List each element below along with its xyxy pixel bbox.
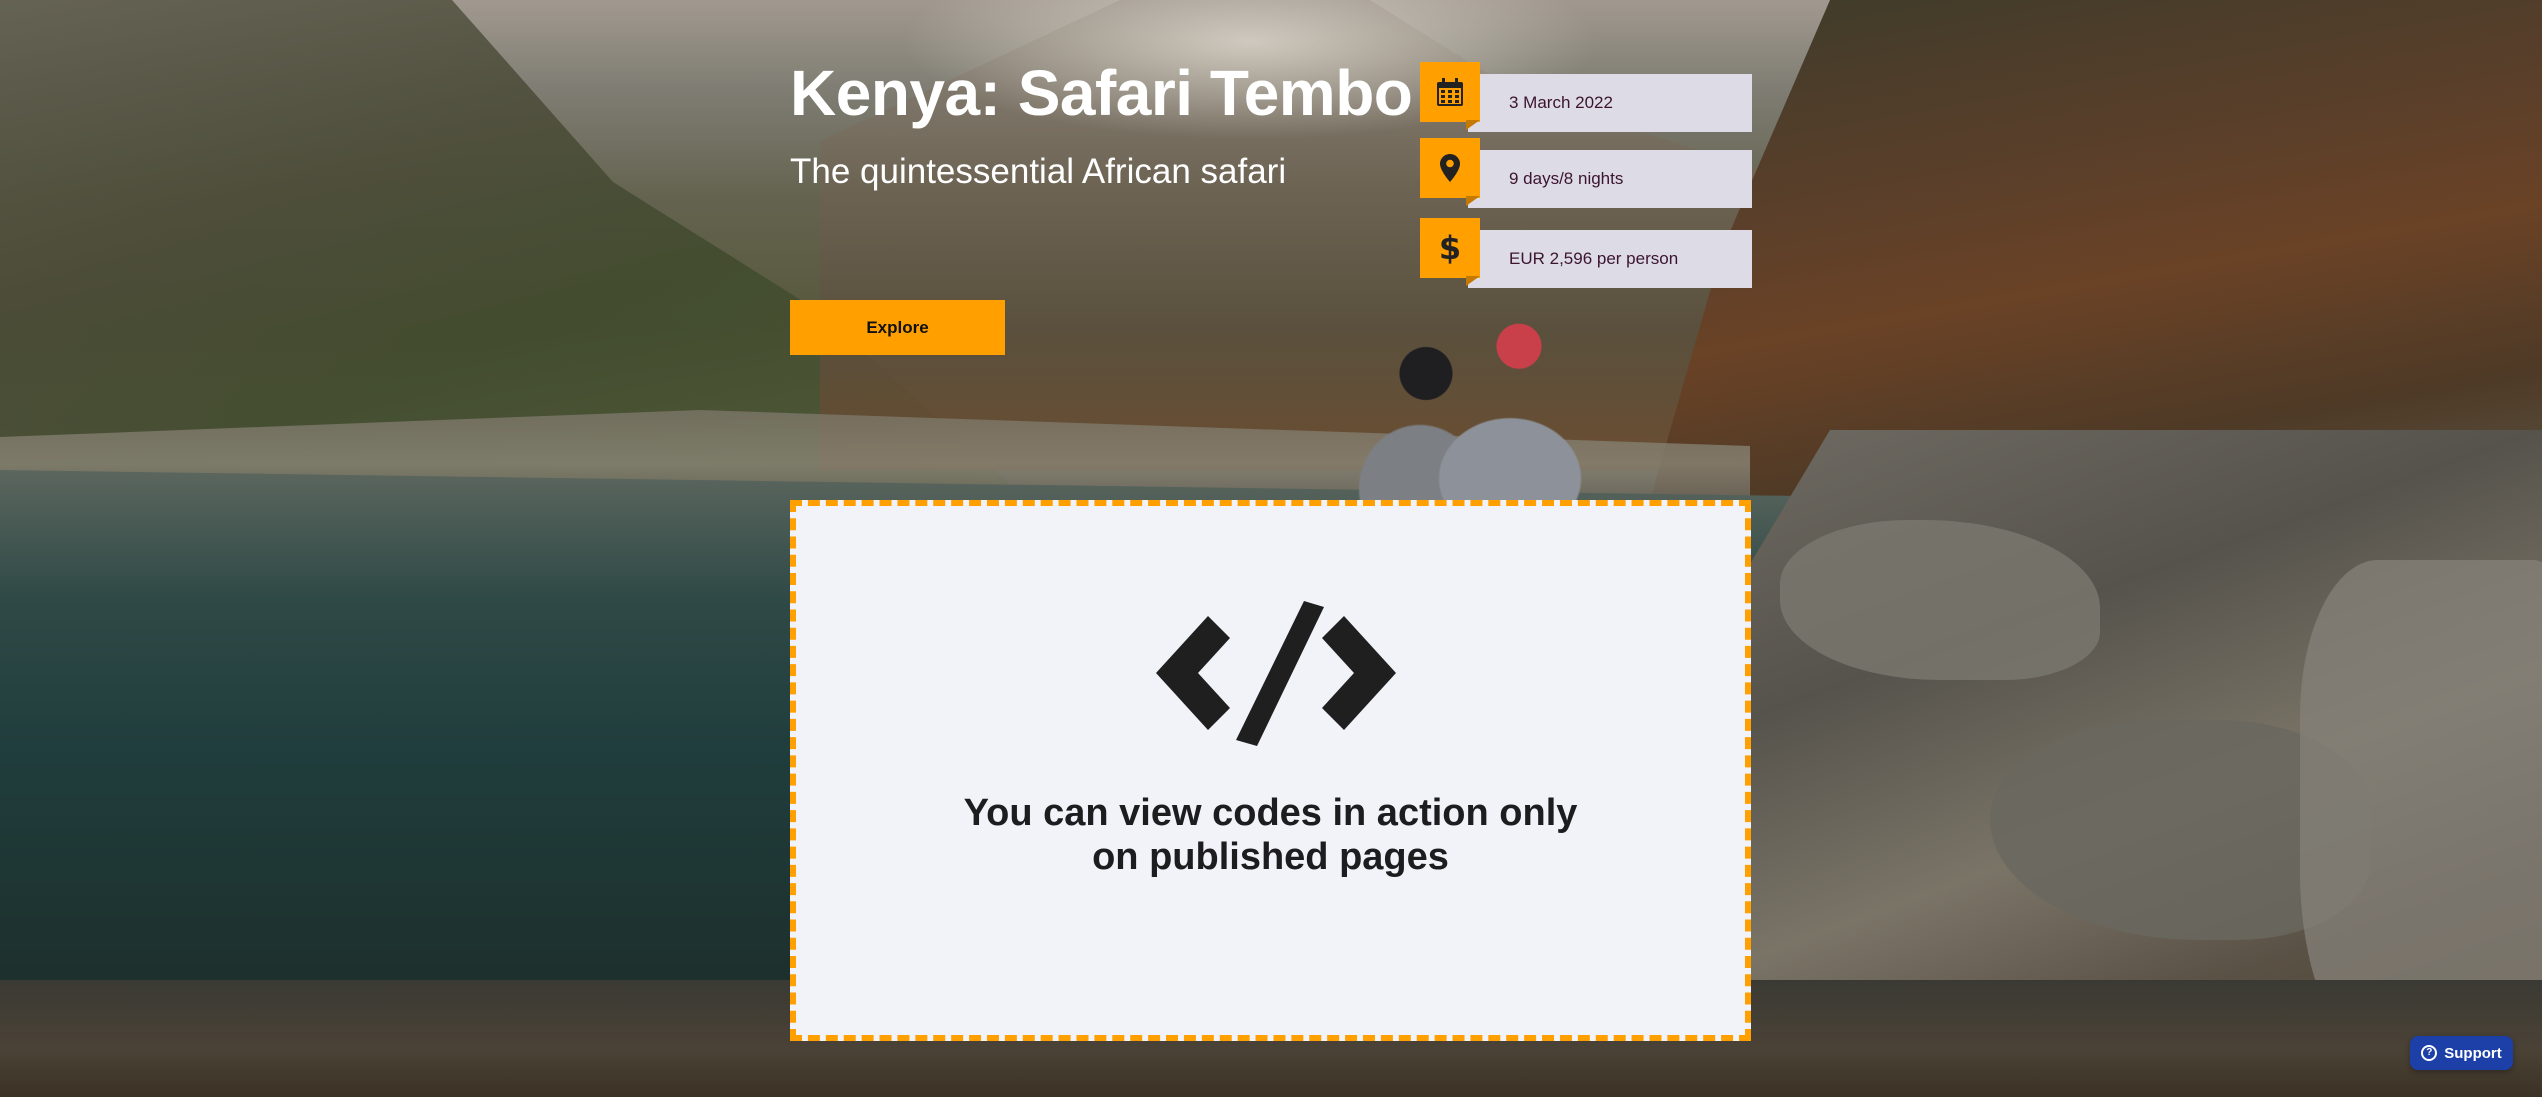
forest-right	[1650, 0, 2542, 500]
svg-text:$: $	[1439, 231, 1461, 265]
code-icon	[1156, 601, 1396, 746]
question-circle-icon: ?	[2421, 1045, 2438, 1061]
code-message-line-1: You can view codes in action only	[963, 792, 1578, 834]
page-subtitle: The quintessential African safari	[790, 152, 1287, 191]
info-date-text: 3 March 2022	[1468, 74, 1752, 132]
page-title: Kenya: Safari Tembo	[790, 57, 1413, 129]
dollar-icon: $	[1420, 218, 1480, 286]
location-pin-icon	[1420, 138, 1480, 206]
hikers	[1300, 300, 1600, 510]
info-price-text: EUR 2,596 per person	[1468, 230, 1752, 288]
info-date: 3 March 2022	[1420, 62, 1752, 132]
info-price: $ EUR 2,596 per person	[1420, 218, 1752, 288]
code-placeholder: You can view codes in action only on pub…	[790, 500, 1751, 1041]
info-duration-text: 9 days/8 nights	[1468, 150, 1752, 208]
explore-button[interactable]: Explore	[790, 300, 1005, 355]
support-label: Support	[2444, 1044, 2502, 1062]
info-duration: 9 days/8 nights	[1420, 138, 1752, 208]
calendar-icon	[1420, 62, 1480, 130]
support-button[interactable]: ? Support	[2410, 1036, 2513, 1070]
code-placeholder-message: You can view codes in action only on pub…	[796, 791, 1745, 879]
code-message-line-2: on published pages	[1092, 836, 1449, 878]
